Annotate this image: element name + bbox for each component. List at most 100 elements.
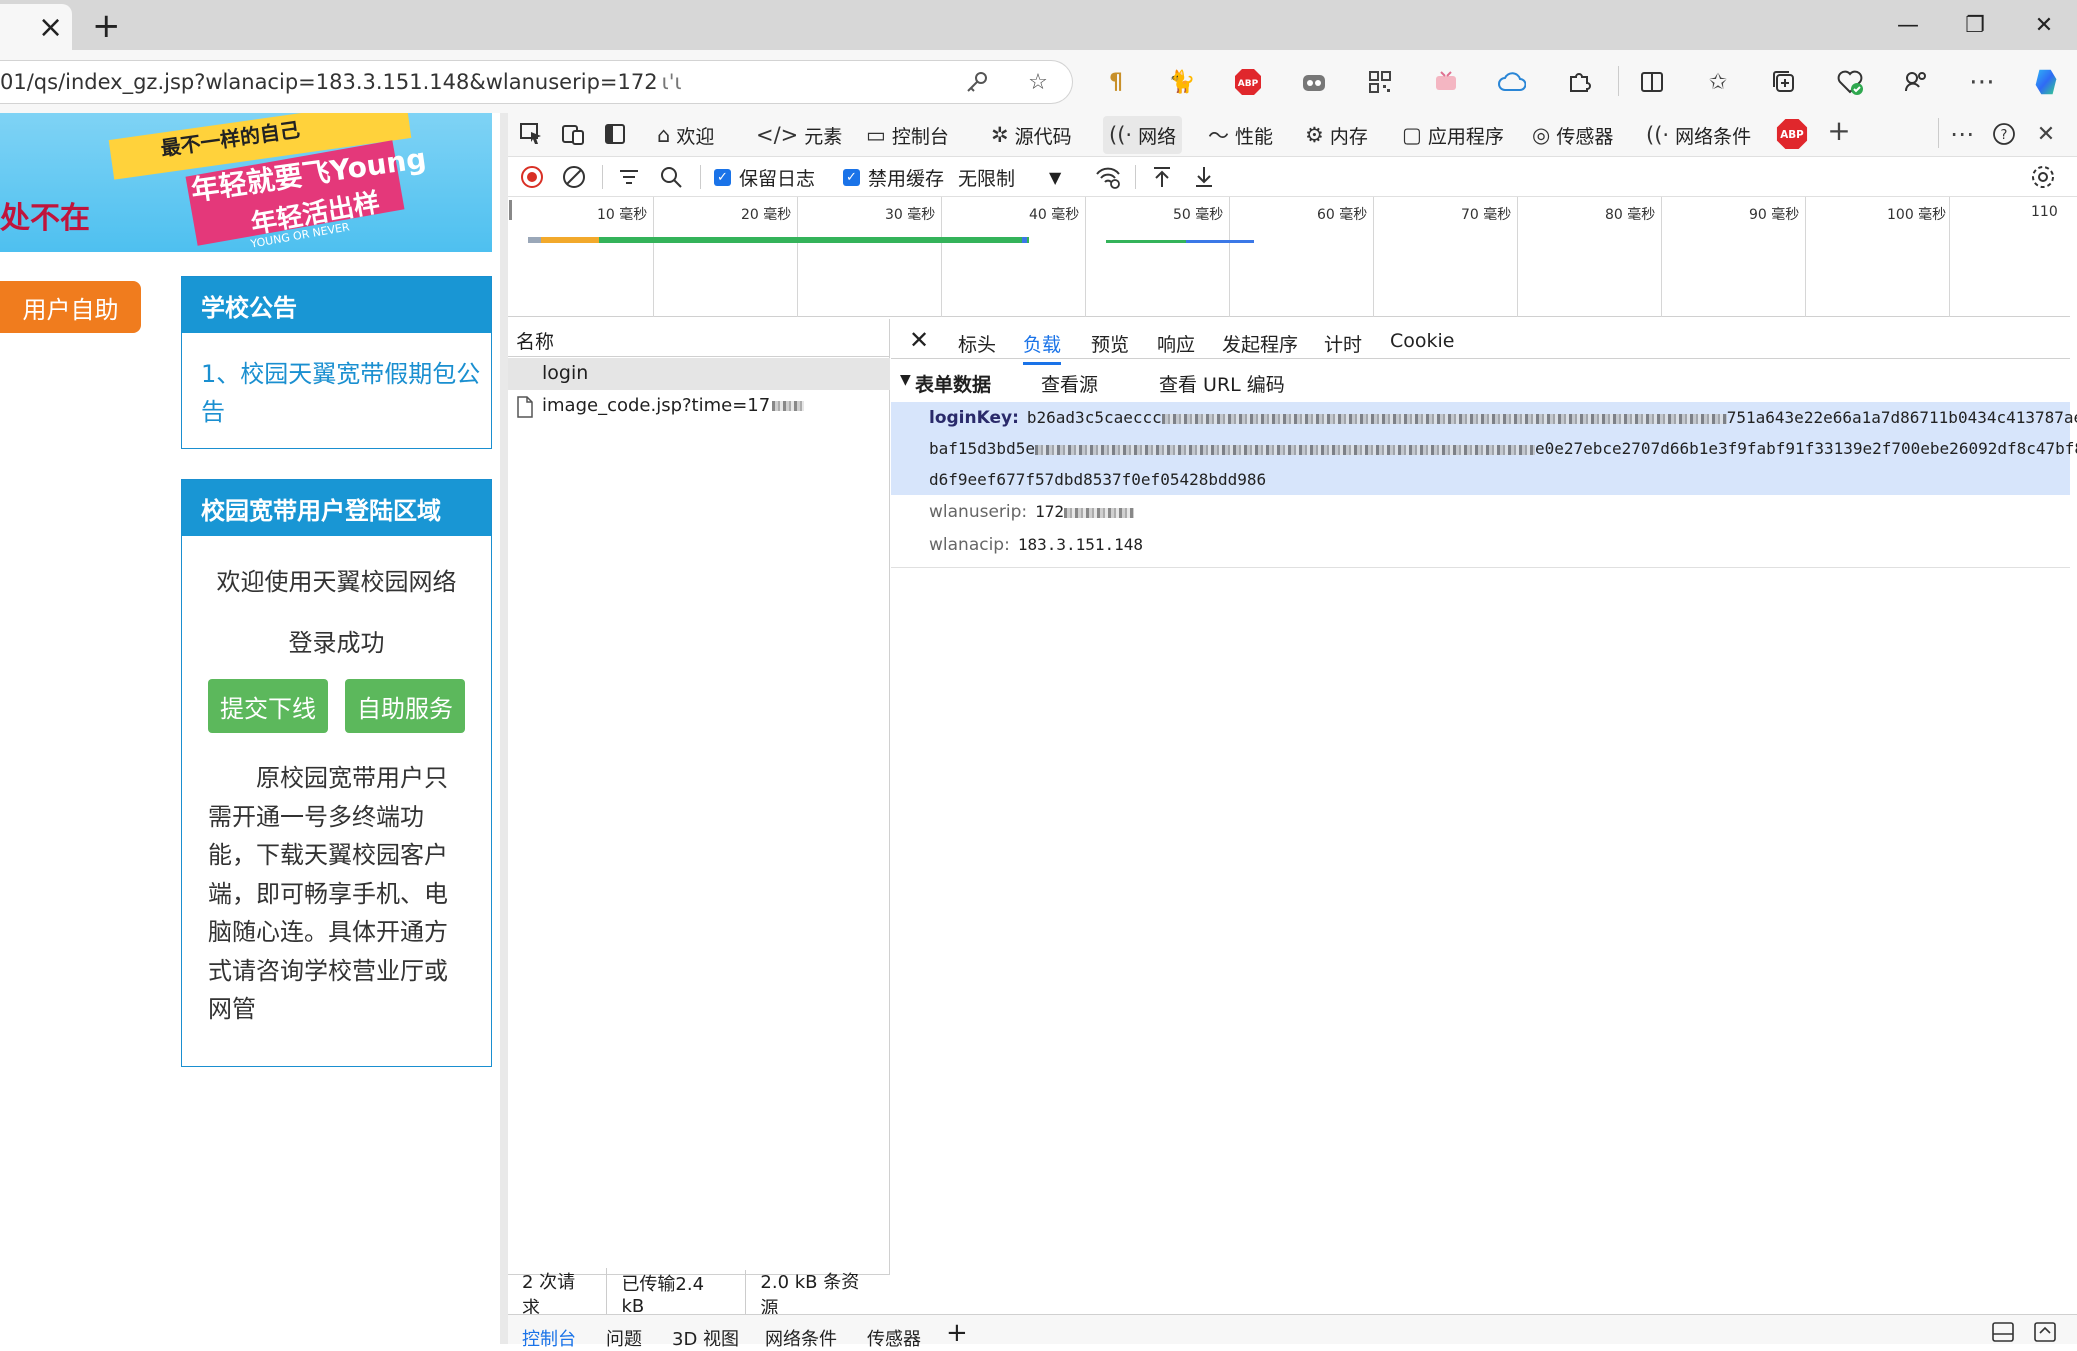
timeline-gridline xyxy=(1085,197,1086,317)
device-emulation-icon[interactable] xyxy=(557,118,589,150)
collections-icon[interactable] xyxy=(1768,66,1800,98)
logout-button[interactable]: 提交下线 xyxy=(208,679,328,733)
puzzle-icon[interactable] xyxy=(1563,66,1595,98)
timeline-tick-label: 90 毫秒 xyxy=(1749,207,1800,223)
tab-elements[interactable]: </> 元素 xyxy=(756,116,842,154)
star-icon[interactable]: ☆ xyxy=(1022,66,1054,98)
resources-size: 2.0 kB 条资源 xyxy=(760,1271,860,1319)
timeline-tick-label: 50 毫秒 xyxy=(1173,207,1224,223)
payload-divider xyxy=(891,567,2070,568)
performance-icon: 〜 xyxy=(1208,124,1229,148)
split-screen-icon[interactable] xyxy=(1636,66,1668,98)
tab-network-conditions[interactable]: ((· 网络条件 xyxy=(1646,116,1751,154)
export-har-icon[interactable] xyxy=(1192,163,1216,191)
minimize-button[interactable]: — xyxy=(1888,8,1928,42)
detail-tab-timing[interactable]: 计时 xyxy=(1324,330,1362,357)
detail-tab-cookie[interactable]: Cookie xyxy=(1390,330,1455,352)
tab-close-icon[interactable]: × xyxy=(38,10,63,45)
help-icon[interactable]: ? xyxy=(1988,118,2020,150)
close-devtools-icon[interactable]: ✕ xyxy=(2030,118,2062,150)
welcome-text: 欢迎使用天翼校园网络 xyxy=(216,568,457,596)
search-icon[interactable] xyxy=(659,163,683,191)
disable-cache-checkbox[interactable]: ✓ 禁用缓存 xyxy=(843,163,944,191)
import-har-icon[interactable] xyxy=(1150,163,1174,191)
notice-link[interactable]: 1、校园天翼宽带假期包公告 xyxy=(201,355,481,431)
tab-memory[interactable]: ⚙ 内存 xyxy=(1305,116,1368,154)
redacted-text xyxy=(1064,507,1135,518)
qr-icon[interactable] xyxy=(1364,66,1396,98)
view-url-encoded-link[interactable]: 查看 URL 编码 xyxy=(1159,370,1285,397)
game-icon[interactable] xyxy=(1430,66,1462,98)
tab-sensors[interactable]: ◎ 传感器 xyxy=(1532,116,1613,154)
detail-tab-response[interactable]: 响应 xyxy=(1157,330,1195,357)
health-icon[interactable] xyxy=(1834,66,1866,98)
self-service-button[interactable]: 自助服务 xyxy=(345,679,465,733)
application-icon: ▢ xyxy=(1402,123,1422,147)
expand-triangle-icon[interactable]: ▼ xyxy=(900,372,911,388)
checkbox-checked-icon: ✓ xyxy=(843,168,860,186)
payload-row-wlanacip[interactable]: wlanacip: 183.3.151.148 xyxy=(929,535,1143,555)
name-column-header[interactable]: 名称 xyxy=(508,319,890,357)
new-tab-button[interactable]: + xyxy=(92,6,121,46)
drawer-tab-issues[interactable]: 问题 xyxy=(606,1325,642,1351)
request-row-image[interactable]: image_code.jsp?time=17 xyxy=(508,392,890,422)
dock-drawer-icon[interactable] xyxy=(1992,1322,2014,1342)
cat-icon[interactable]: 🐈 xyxy=(1166,66,1198,98)
more-tools-icon[interactable]: ⋯ xyxy=(1946,118,1978,150)
tab-sources[interactable]: ✲ 源代码 xyxy=(991,116,1072,154)
tab-performance[interactable]: 〜性能 xyxy=(1208,116,1273,154)
record-icon[interactable] xyxy=(519,163,545,191)
filter-icon[interactable] xyxy=(617,163,641,191)
cloud-icon[interactable] xyxy=(1496,66,1528,98)
tab-welcome[interactable]: ⌂ 欢迎 xyxy=(657,116,714,154)
timeline-start-handle[interactable] xyxy=(509,200,512,220)
user-help-button[interactable]: 用户自助 xyxy=(0,281,141,333)
payload-row-wlanuserip[interactable]: wlanuserip: 172 xyxy=(929,502,1135,522)
copilot-icon[interactable] xyxy=(2030,66,2062,98)
throttling-select[interactable]: 无限制 ▼ xyxy=(958,163,1061,191)
url-text[interactable]: 01/qs/index_gz.jsp?wlanacip=183.3.151.14… xyxy=(0,70,682,94)
detail-tab-preview[interactable]: 预览 xyxy=(1091,330,1129,357)
clear-icon[interactable] xyxy=(561,163,587,191)
tab-network[interactable]: ((· 网络 xyxy=(1103,116,1183,154)
dock-side-icon[interactable] xyxy=(599,118,631,150)
toggle-drawer-icon[interactable] xyxy=(2034,1322,2056,1342)
timeline-tick-label: 60 毫秒 xyxy=(1317,207,1368,223)
favorites-icon[interactable]: ✩ xyxy=(1702,66,1734,98)
close-detail-icon[interactable]: ✕ xyxy=(909,326,929,354)
tab-strip xyxy=(0,0,2077,50)
network-conditions-icon[interactable] xyxy=(1094,163,1122,191)
abp-icon[interactable]: ABP xyxy=(1232,66,1264,98)
window-close-button[interactable]: ✕ xyxy=(2024,8,2064,42)
restore-button[interactable]: ❐ xyxy=(1955,8,1995,42)
abp-devtools-icon[interactable]: ABP xyxy=(1776,118,1808,150)
drawer-tab-sensors[interactable]: 传感器 xyxy=(867,1325,921,1351)
form-data-title[interactable]: 表单数据 xyxy=(915,370,991,397)
detail-tab-headers[interactable]: 标头 xyxy=(958,330,996,357)
tab-console[interactable]: ▭ 控制台 xyxy=(866,116,949,154)
bug-icon: ✲ xyxy=(991,123,1009,147)
devtools-splitter[interactable] xyxy=(500,113,508,1344)
drawer-tab-network-conditions[interactable]: 网络条件 xyxy=(765,1325,837,1351)
timeline-gridline xyxy=(1229,197,1230,317)
view-source-link[interactable]: 查看源 xyxy=(1041,370,1098,397)
drawer-tab-3d-view[interactable]: 3D 视图 xyxy=(672,1325,739,1351)
share-icon[interactable] xyxy=(1900,66,1932,98)
add-tab-icon[interactable]: + xyxy=(1823,114,1855,147)
requests-list xyxy=(508,319,890,1274)
tab-application[interactable]: ▢ 应用程序 xyxy=(1402,116,1504,154)
detail-tab-initiator[interactable]: 发起程序 xyxy=(1222,330,1298,357)
inspect-icon[interactable] xyxy=(515,118,547,150)
detail-tab-payload[interactable]: 负载 xyxy=(1023,330,1062,365)
pilcrow-icon[interactable]: ¶ xyxy=(1100,66,1132,98)
more-icon[interactable]: ⋯ xyxy=(1966,66,1998,98)
timeline-gridline xyxy=(1805,197,1806,317)
key-icon[interactable] xyxy=(961,66,993,98)
request-row-login[interactable]: login xyxy=(508,358,890,390)
extension-icon[interactable] xyxy=(1298,66,1330,98)
preserve-log-checkbox[interactable]: ✓ 保留日志 xyxy=(714,163,815,191)
form-data-header: ▼ 表单数据 查看源 查看 URL 编码 xyxy=(891,362,2070,400)
drawer-tab-console[interactable]: 控制台 xyxy=(522,1325,576,1351)
network-settings-icon[interactable] xyxy=(2030,163,2056,191)
svg-text:ABP: ABP xyxy=(1238,79,1259,89)
